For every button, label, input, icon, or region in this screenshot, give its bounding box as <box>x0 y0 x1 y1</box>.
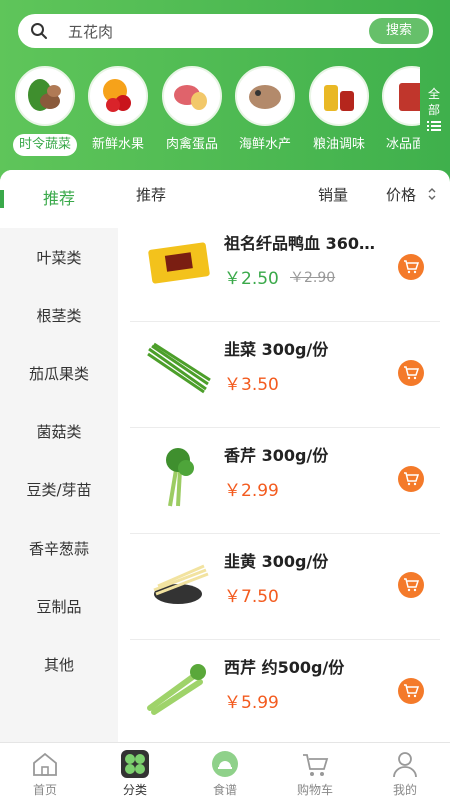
search-input[interactable] <box>68 14 368 48</box>
sidebar-item-recommend[interactable]: 推荐 <box>0 170 118 228</box>
sort-price[interactable]: 价格 <box>386 184 416 205</box>
subcategory-sidebar: 推荐 叶菜类 根茎类 茄瓜果类 菌菇类 豆类/芽苗 香辛葱蒜 豆制品 其他 <box>0 170 118 742</box>
duck-blood-image <box>148 242 210 284</box>
category-grain-oil[interactable]: 粮油调味 <box>302 66 376 156</box>
vegetables-image <box>15 66 75 126</box>
tab-profile[interactable]: 我的 <box>360 749 450 798</box>
sidebar-item-roots[interactable]: 根茎类 <box>0 287 118 345</box>
fruits-image <box>88 66 148 126</box>
tab-recipes[interactable]: 食谱 <box>180 749 270 798</box>
product-price: ￥3.50 <box>224 375 279 395</box>
category-label: 新鲜水果 <box>91 137 144 152</box>
sidebar-item-mushrooms[interactable]: 菌菇类 <box>0 403 118 461</box>
profile-icon <box>393 752 417 778</box>
sort-toggle-icon[interactable] <box>428 187 436 201</box>
sidebar-item-gourds[interactable]: 茄瓜果类 <box>0 345 118 403</box>
cart-icon <box>404 472 419 486</box>
product-name: 香芹 300g/份 <box>224 446 329 465</box>
all-label-2: 部 <box>427 103 440 117</box>
category-icon <box>121 750 149 778</box>
add-to-cart-button[interactable] <box>398 572 424 598</box>
product-price: ￥5.99 <box>224 693 279 713</box>
cart-icon <box>404 366 419 380</box>
product-item[interactable]: 韭菜 300g/份 ￥3.50 <box>130 322 440 428</box>
frozen-image <box>382 66 420 126</box>
product-item[interactable]: 香芹 300g/份 ￥2.99 <box>130 428 440 534</box>
all-categories-button[interactable]: 全 部 <box>424 86 444 132</box>
tab-home[interactable]: 首页 <box>0 749 90 798</box>
sidebar-item-spices[interactable]: 香辛葱蒜 <box>0 520 118 578</box>
menu-icon <box>427 121 441 131</box>
product-price: ￥2.99 <box>224 481 279 501</box>
chives-image <box>147 342 211 394</box>
product-item[interactable]: 韭黄 300g/份 ￥7.50 <box>130 534 440 640</box>
sort-recommend[interactable]: 推荐 <box>136 184 166 205</box>
search-bar: 搜索 <box>18 14 433 48</box>
sidebar-item-beans-sprouts[interactable]: 豆类/芽苗 <box>0 461 118 519</box>
cart-icon <box>303 754 329 776</box>
tab-cart[interactable]: 购物车 <box>270 749 360 798</box>
seafood-image <box>235 66 295 126</box>
sort-bar: 推荐 销量 价格 <box>118 170 450 216</box>
tab-label: 我的 <box>392 783 417 797</box>
category-strip: 时令蔬菜 新鲜水果 肉禽蛋品 海鲜水产 粮油调味 冰品面 <box>0 66 420 156</box>
category-frozen[interactable]: 冰品面点 <box>375 66 420 156</box>
grain-oil-image <box>309 66 369 126</box>
category-label: 肉禽蛋品 <box>165 137 218 152</box>
tab-label: 首页 <box>32 783 57 797</box>
product-price: ￥7.50 <box>224 587 279 607</box>
product-name: 西芹 约500g/份 <box>224 658 345 677</box>
product-name: 韭菜 300g/份 <box>224 340 329 359</box>
meat-image <box>162 66 222 126</box>
category-label: 海鲜水产 <box>238 137 291 152</box>
add-to-cart-button[interactable] <box>398 466 424 492</box>
category-seafood[interactable]: 海鲜水产 <box>228 66 302 156</box>
sidebar-item-tofu[interactable]: 豆制品 <box>0 578 118 636</box>
add-to-cart-button[interactable] <box>398 360 424 386</box>
category-label: 冰品面点 <box>385 137 420 152</box>
tab-category[interactable]: 分类 <box>90 749 180 798</box>
tab-label: 分类 <box>122 783 147 797</box>
product-price: ￥2.50 <box>224 269 279 289</box>
product-old-price: ￥2.90 <box>290 270 336 286</box>
all-label-1: 全 <box>427 87 440 101</box>
sort-sales[interactable]: 销量 <box>318 184 348 205</box>
search-icon <box>31 23 47 39</box>
western-celery-image <box>147 664 206 715</box>
search-button[interactable]: 搜索 <box>369 18 429 44</box>
home-icon <box>33 752 57 776</box>
sidebar-item-other[interactable]: 其他 <box>0 636 118 694</box>
celery-image <box>166 448 194 507</box>
bottom-tab-bar: 首页 分类 食谱 购物车 我的 <box>0 742 450 800</box>
yellow-chives-image <box>153 564 209 604</box>
product-item[interactable]: 祖名纤品鸭血 360… ￥2.50 ￥2.90 <box>130 216 440 322</box>
category-label: 粮油调味 <box>312 137 365 152</box>
sidebar-item-leafy[interactable]: 叶菜类 <box>0 229 118 287</box>
cart-icon <box>404 260 419 274</box>
category-fruits[interactable]: 新鲜水果 <box>81 66 155 156</box>
add-to-cart-button[interactable] <box>398 254 424 280</box>
product-name: 祖名纤品鸭血 360… <box>224 234 375 253</box>
cart-icon <box>404 684 419 698</box>
tab-label: 食谱 <box>212 783 237 797</box>
category-vegetables[interactable]: 时令蔬菜 <box>8 66 82 156</box>
header: 搜索 时令蔬菜 新鲜水果 肉禽蛋品 海鲜水产 <box>0 0 450 185</box>
add-to-cart-button[interactable] <box>398 678 424 704</box>
product-name: 韭黄 300g/份 <box>224 552 329 571</box>
category-label: 时令蔬菜 <box>12 134 77 156</box>
content-panel: 推荐 叶菜类 根茎类 茄瓜果类 菌菇类 豆类/芽苗 香辛葱蒜 豆制品 其他 推荐… <box>0 170 450 742</box>
recipe-icon <box>212 751 238 777</box>
category-meat-eggs[interactable]: 肉禽蛋品 <box>155 66 229 156</box>
product-item[interactable]: 西芹 约500g/份 ￥5.99 <box>130 640 440 742</box>
cart-icon <box>404 578 419 592</box>
tab-label: 购物车 <box>296 783 333 797</box>
